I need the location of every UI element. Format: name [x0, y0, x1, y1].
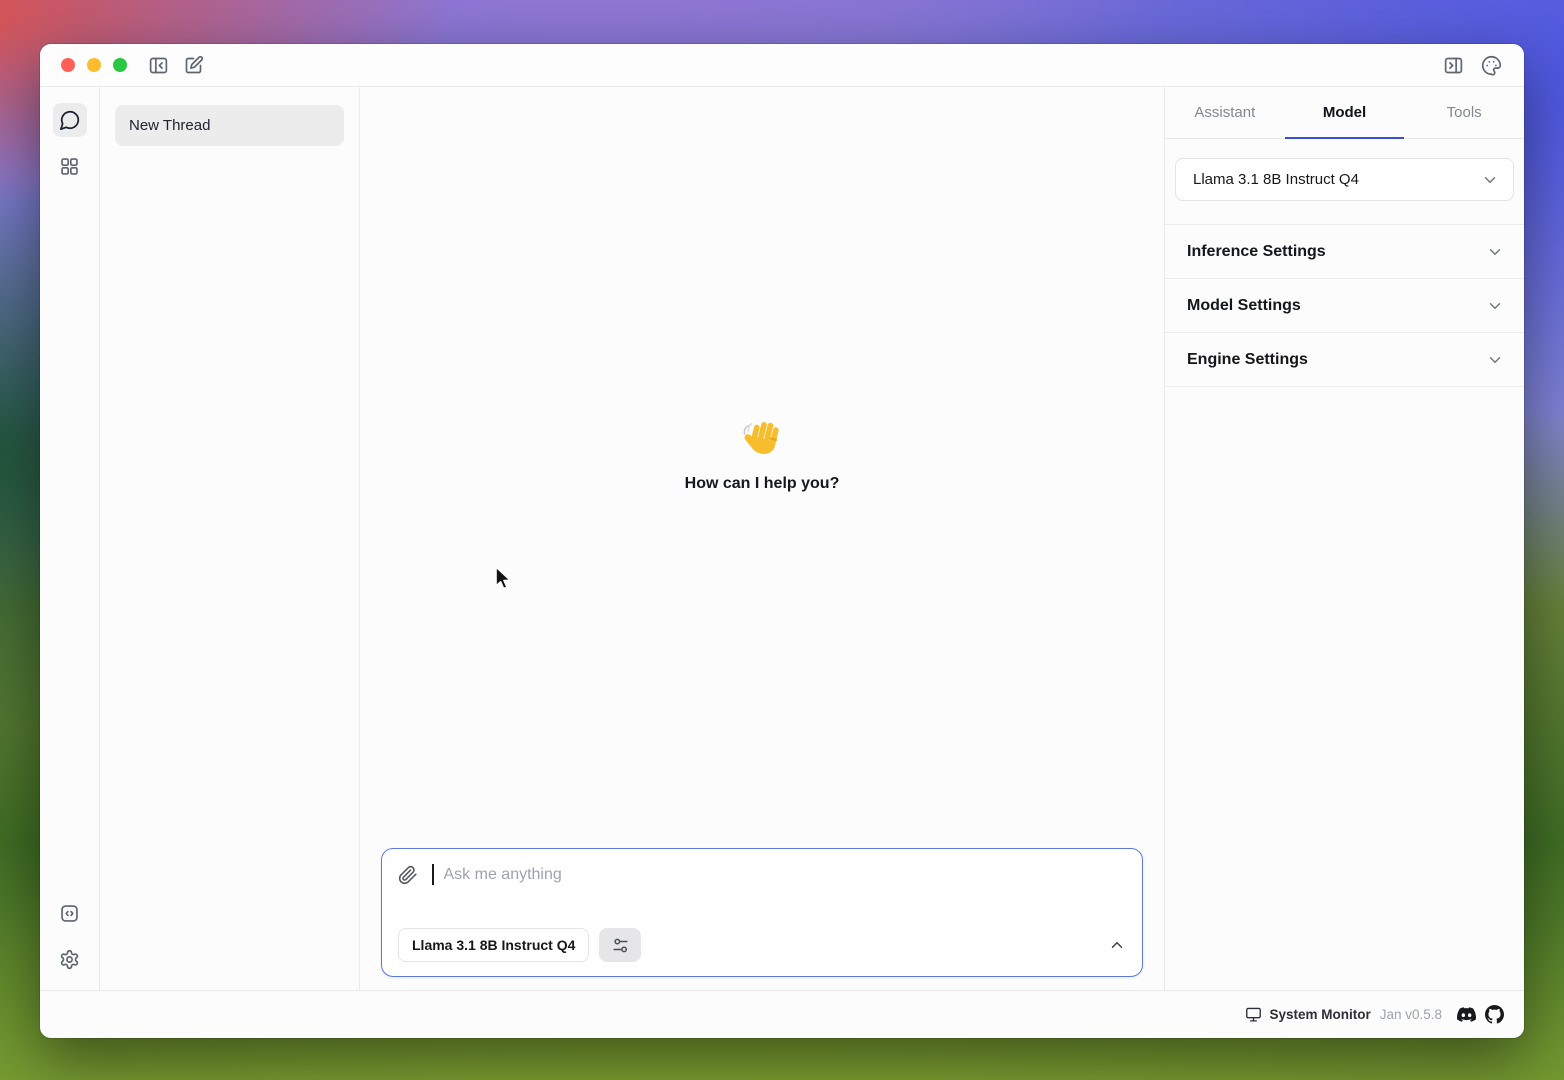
tab-tools[interactable]: Tools: [1404, 87, 1524, 138]
message-composer: Llama 3.1 8B Instruct Q4: [381, 848, 1143, 977]
section-label: Engine Settings: [1187, 351, 1308, 369]
traffic-lights: [61, 58, 127, 72]
monitor-icon: [1245, 1006, 1262, 1023]
paperclip-icon[interactable]: [398, 865, 418, 885]
github-icon[interactable]: [1485, 1005, 1504, 1024]
thread-list: New Thread: [100, 87, 360, 990]
settings-gear-icon: [59, 949, 80, 970]
palette-icon[interactable]: [1481, 55, 1502, 76]
accordion-model-settings[interactable]: Model Settings: [1165, 279, 1524, 333]
app-version: Jan v0.5.8: [1380, 1007, 1442, 1022]
greeting-text: How can I help you?: [685, 475, 840, 493]
tab-assistant[interactable]: Assistant: [1165, 87, 1285, 138]
right-panel: Assistant Model Tools Llama 3.1 8B Instr…: [1164, 87, 1524, 990]
empty-state-greeting: How can I help you?: [360, 413, 1164, 493]
chat-bubble-icon: [59, 109, 81, 131]
tab-model[interactable]: Model: [1285, 87, 1405, 138]
wave-hand-emoji: [738, 413, 786, 461]
panel-left-collapse-icon[interactable]: [148, 55, 169, 76]
accordion-inference-settings[interactable]: Inference Settings: [1165, 225, 1524, 279]
chevron-down-icon: [1486, 351, 1504, 369]
chevron-down-icon: [1481, 171, 1499, 189]
sidebar-item-threads[interactable]: [53, 103, 87, 137]
chevron-down-icon: [1486, 243, 1504, 261]
system-monitor-button[interactable]: System Monitor: [1245, 1006, 1370, 1023]
composer-collapse-button[interactable]: [1108, 936, 1126, 954]
panel-right-toggle-icon[interactable]: [1443, 55, 1464, 76]
close-window-button[interactable]: [61, 58, 75, 72]
chevron-down-icon: [1486, 297, 1504, 315]
status-bar: System Monitor Jan v0.5.8: [40, 990, 1524, 1038]
right-panel-tabs: Assistant Model Tools: [1165, 87, 1524, 139]
new-thread-compose-icon[interactable]: [183, 55, 204, 76]
app-window: New Thread: [40, 44, 1524, 1038]
sidebar-item-local-api[interactable]: [53, 896, 87, 930]
system-monitor-label: System Monitor: [1269, 1007, 1370, 1022]
discord-icon[interactable]: [1457, 1005, 1476, 1024]
titlebar: [40, 44, 1524, 86]
model-chip-button[interactable]: Llama 3.1 8B Instruct Q4: [398, 928, 589, 962]
sidebar-item-hub[interactable]: [53, 149, 87, 183]
chat-area: How can I help you? Llama 3.1 8B Instruc…: [360, 87, 1164, 990]
minimize-window-button[interactable]: [87, 58, 101, 72]
left-icon-rail: [40, 87, 100, 990]
mouse-cursor: [490, 565, 514, 593]
chat-input[interactable]: [444, 866, 1127, 884]
chevron-up-icon: [1108, 936, 1126, 954]
sidebar-item-settings[interactable]: [53, 942, 87, 976]
local-api-code-icon: [59, 903, 80, 924]
thread-title: New Thread: [129, 117, 210, 134]
text-caret: [432, 864, 434, 885]
list-item-thread[interactable]: New Thread: [115, 105, 344, 146]
zoom-window-button[interactable]: [113, 58, 127, 72]
section-label: Inference Settings: [1187, 243, 1326, 261]
model-dropdown[interactable]: Llama 3.1 8B Instruct Q4: [1175, 158, 1514, 201]
section-label: Model Settings: [1187, 297, 1301, 315]
model-settings-button[interactable]: [599, 928, 641, 962]
model-dropdown-value: Llama 3.1 8B Instruct Q4: [1193, 171, 1359, 188]
grid-hub-icon: [59, 156, 80, 177]
accordion-engine-settings[interactable]: Engine Settings: [1165, 333, 1524, 387]
sliders-icon: [611, 936, 630, 955]
